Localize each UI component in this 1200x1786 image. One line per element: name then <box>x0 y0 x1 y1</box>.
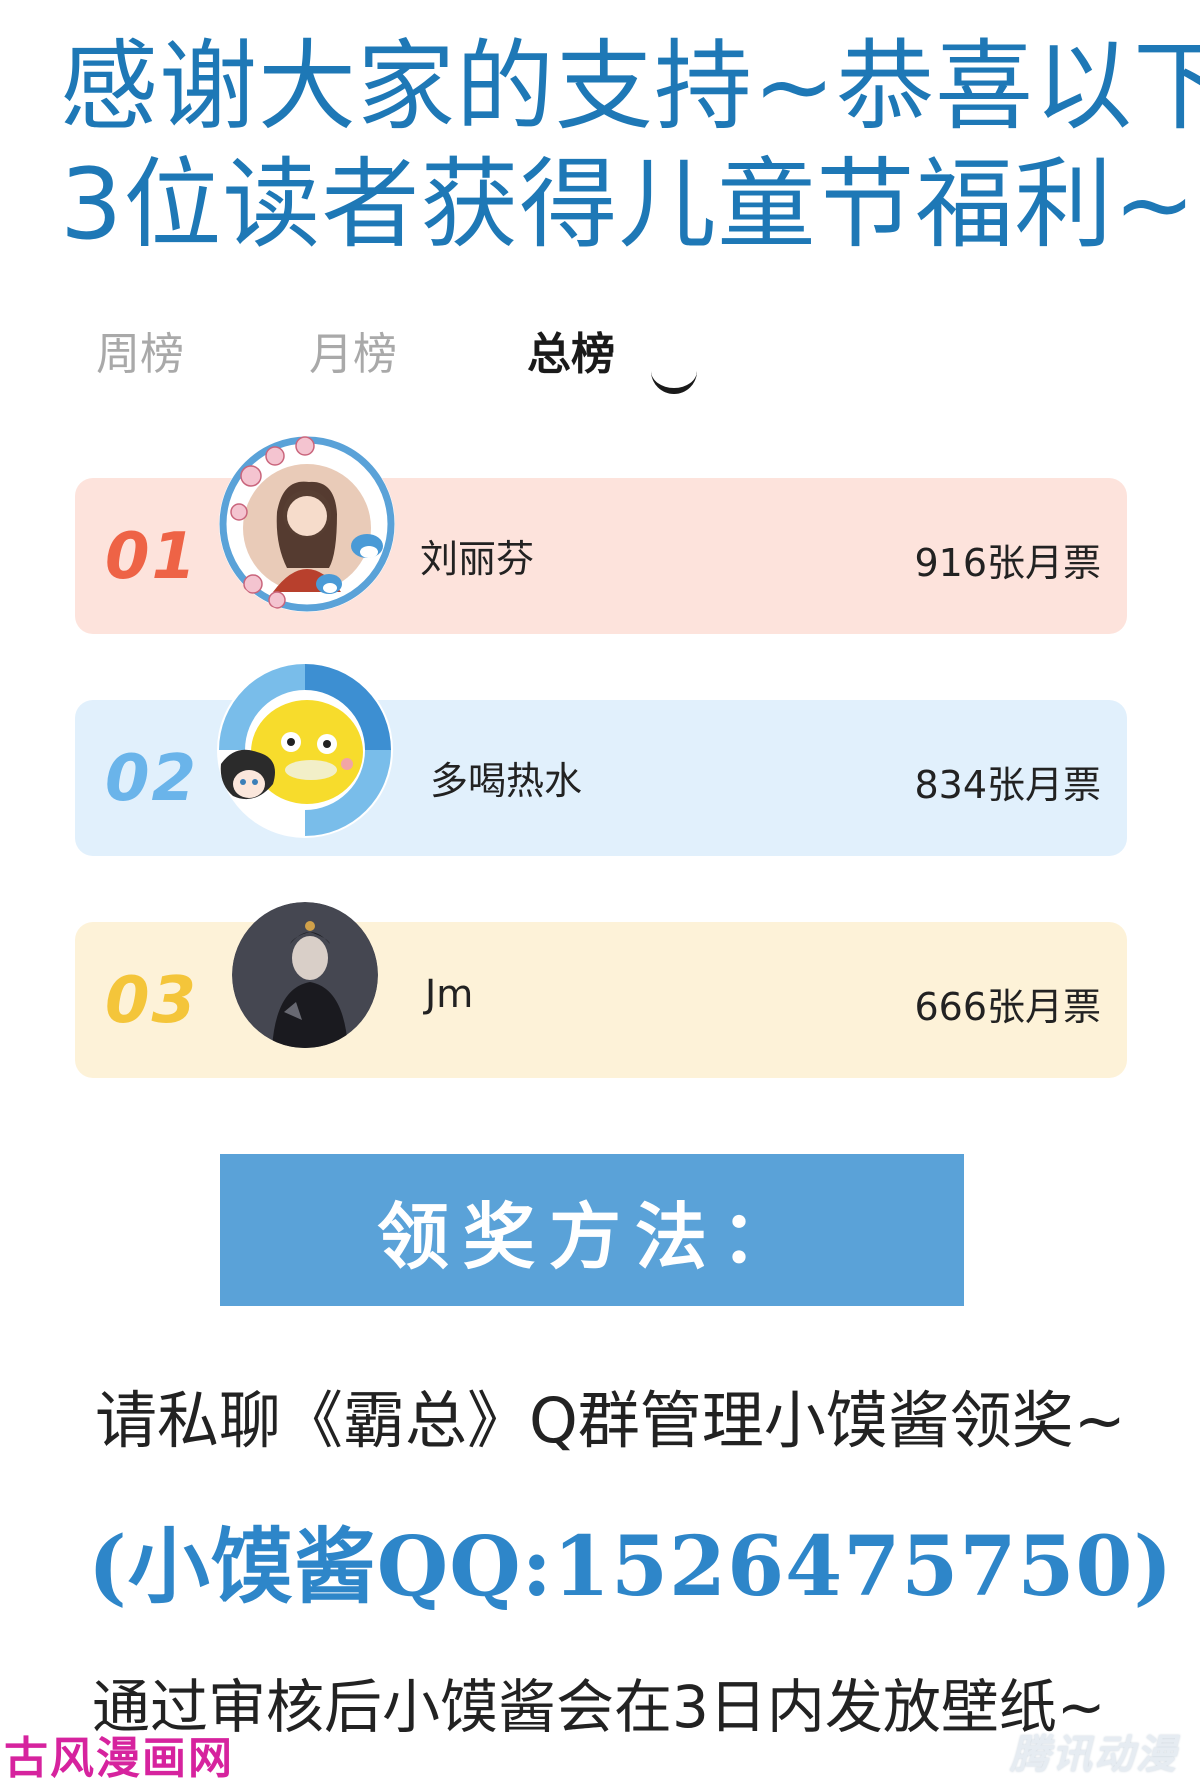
rank-row-1[interactable]: 01 刘丽芬 916张月票 <box>75 436 1127 634</box>
qq-number: (小馍酱QQ:1526475750) <box>88 1519 1174 1615</box>
rank-votes-2: 834张月票 <box>914 763 1101 807</box>
active-tab-indicator <box>651 370 697 394</box>
rank-name-1: 刘丽芬 <box>420 537 535 581</box>
headline-line-1: 感谢大家的支持~恭喜以下 <box>60 30 1200 144</box>
page-headline: 感谢大家的支持~恭喜以下 3位读者获得儿童节福利~ <box>60 28 1200 264</box>
tab-total[interactable]: 总榜 <box>527 318 615 382</box>
ranking-list: 01 刘丽芬 916张月票 02 多喝热水 834张月票 03 Jm 666张月… <box>75 436 1127 1144</box>
claim-method-banner: 领奖方法： <box>220 1154 964 1306</box>
rank-votes-1: 916张月票 <box>914 541 1101 585</box>
headline-line-2: 3位读者获得儿童节福利~ <box>60 148 1197 262</box>
watermark-left: 古风漫画网 <box>4 1733 234 1784</box>
rank-name-3: Jm <box>425 972 474 1016</box>
avatar-user-3 <box>232 902 378 1048</box>
rank-number-1: 01 <box>105 520 199 594</box>
rank-number-2: 02 <box>105 742 199 816</box>
avatar-user-2 <box>215 660 395 840</box>
rank-votes-3: 666张月票 <box>914 985 1101 1029</box>
tab-monthly[interactable]: 月榜 <box>309 318 397 382</box>
rank-number-3: 03 <box>105 964 199 1038</box>
rank-name-2: 多喝热水 <box>430 759 583 803</box>
avatar-user-1 <box>217 434 397 614</box>
ranking-tabs: 周榜 月榜 总榜 <box>96 318 796 408</box>
watermark-right: 腾讯动漫 <box>1010 1732 1178 1778</box>
instruction-delivery: 通过审核后小馍酱会在3日内发放壁纸~ <box>92 1673 1106 1741</box>
rank-row-2[interactable]: 02 多喝热水 834张月票 <box>75 662 1127 856</box>
instruction-contact: 请私聊《霸总》Q群管理小馍酱领奖~ <box>95 1384 1126 1457</box>
rank-row-3[interactable]: 03 Jm 666张月票 <box>75 902 1127 1078</box>
claim-method-title: 领奖方法： <box>376 1194 807 1279</box>
tab-weekly[interactable]: 周榜 <box>96 318 184 382</box>
